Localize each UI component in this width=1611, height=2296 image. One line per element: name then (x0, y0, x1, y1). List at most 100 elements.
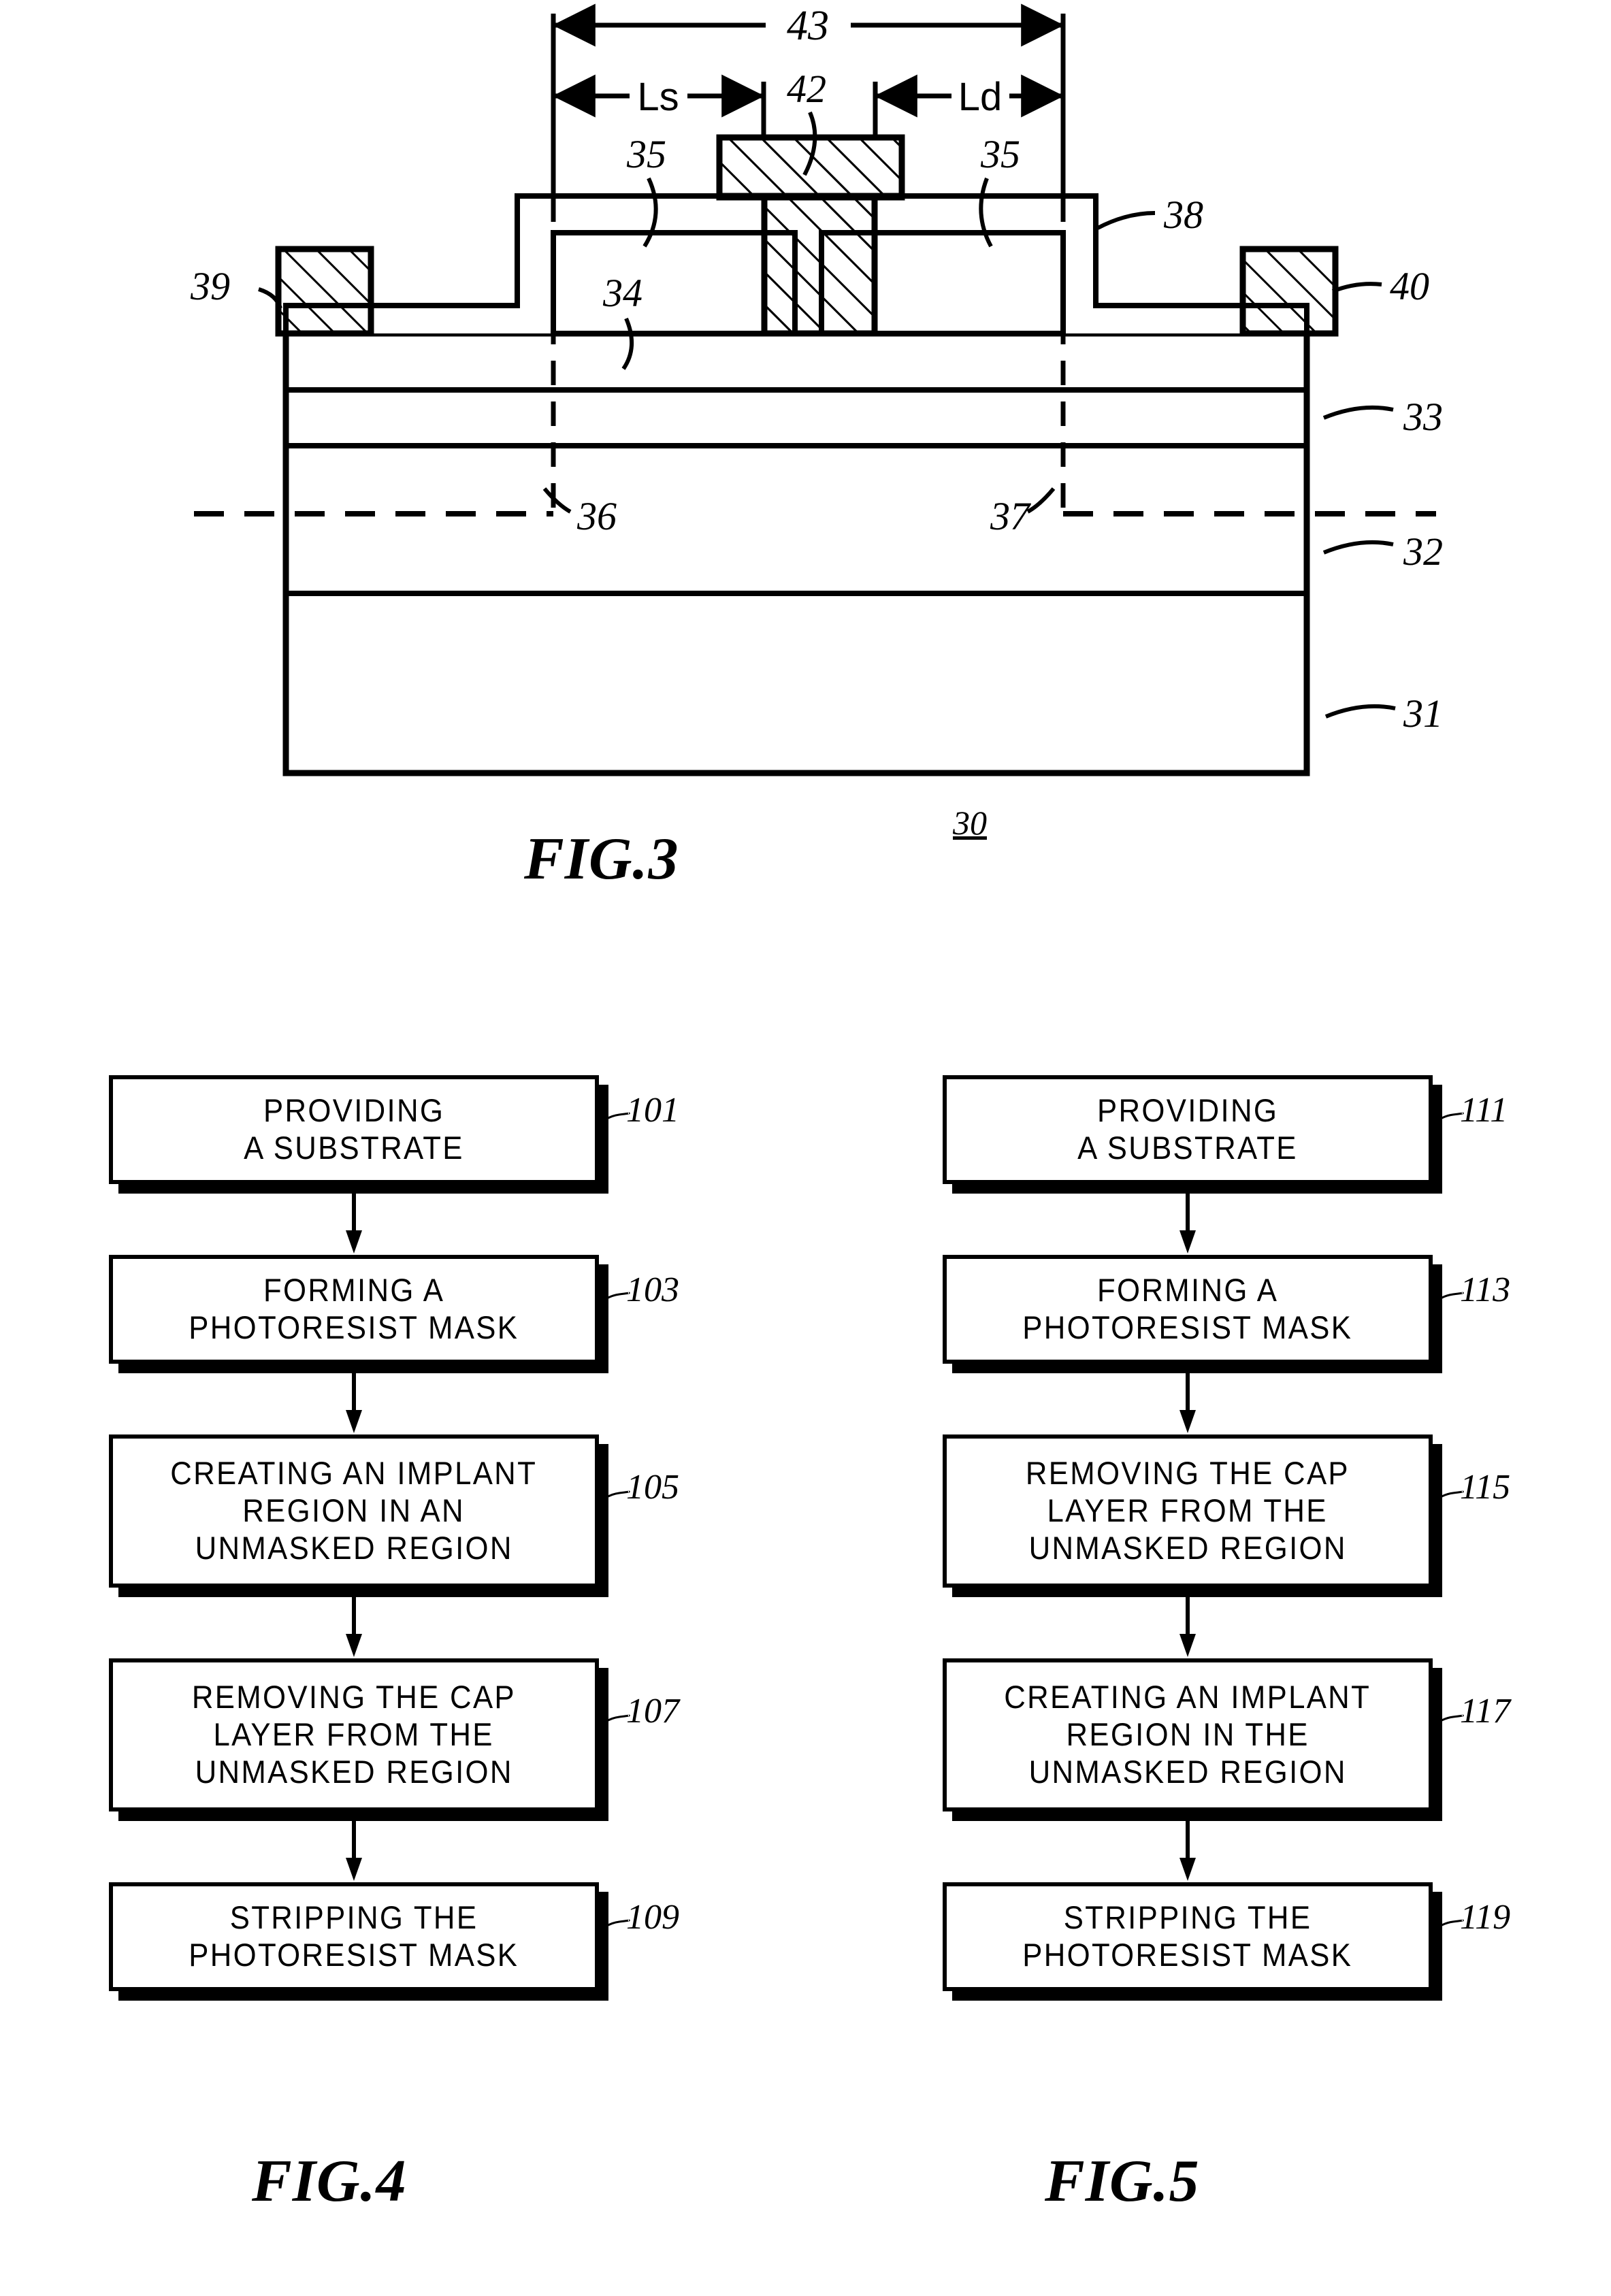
flow-connector-arrow (943, 1811, 1433, 1882)
flow-step-text: CREATING AN IMPLANT (1004, 1679, 1371, 1716)
flow-step-text: PROVIDING (263, 1092, 445, 1129)
flow-step-text: UNMASKED REGION (1028, 1529, 1347, 1566)
callout-label-38: 38 (1163, 193, 1203, 237)
callout-label-32: 32 (1403, 529, 1443, 574)
flow-box-wrapper: FORMING A PHOTORESIST MASK 113 (943, 1255, 1510, 1364)
callout-label-40: 40 (1390, 264, 1429, 308)
callout-label-39: 39 (190, 264, 230, 308)
flow-step-box[interactable]: STRIPPING THE PHOTORESIST MASK (943, 1882, 1433, 1991)
callout-label-35-right: 35 (980, 132, 1020, 176)
flow-step: FORMING A PHOTORESIST MASK 103 (109, 1255, 679, 1364)
substrate-stack (282, 330, 1310, 776)
flow-step-box[interactable]: CREATING AN IMPLANT REGION IN AN UNMASKED … (109, 1434, 599, 1588)
flow-step-box[interactable]: STRIPPING THE PHOTORESIST MASK (109, 1882, 599, 1991)
flow-step-ref: 113 (1460, 1270, 1511, 1309)
callout-32: 32 (1322, 529, 1443, 574)
flow-step-text: PHOTORESIST MASK (189, 1309, 519, 1345)
patent-drawing-sheet: 43 Ls Ld 42 35 35 38 39 40 34 36 37 33 3… (0, 0, 1611, 2296)
flow-box-wrapper: PROVIDING A SUBSTRATE 111 (943, 1075, 1508, 1184)
callout-label-42: 42 (787, 67, 826, 111)
ohmic-contact-39 (275, 246, 374, 337)
dimension-label-43: 43 (787, 3, 829, 49)
flow-step: FORMING A PHOTORESIST MASK 113 (943, 1255, 1510, 1364)
flow-step-text: PROVIDING (1096, 1092, 1279, 1129)
figure-4-caption: FIG.4 (252, 2148, 407, 2214)
figure-3-device-ref: 30 (953, 804, 987, 842)
flow-step-text: LAYER FROM THE (213, 1716, 495, 1752)
flow-step-text: CREATING AN IMPLANT (170, 1455, 538, 1492)
flow-step-box[interactable]: PROVIDING A SUBSTRATE (109, 1075, 599, 1184)
dimension-label-Ld: Ld (958, 75, 1003, 119)
flow-ref-leader-line (598, 1292, 630, 1305)
flow-step: STRIPPING THE PHOTORESIST MASK 119 (943, 1882, 1510, 1991)
flow-step-text: REGION IN AN (242, 1492, 466, 1528)
flow-step-text: LAYER FROM THE (1047, 1492, 1329, 1528)
flow-step: CREATING AN IMPLANT REGION IN AN UNMASKED … (109, 1434, 679, 1588)
flow-step-ref: 119 (1460, 1898, 1511, 1937)
flow-step-ref: 117 (1460, 1692, 1511, 1731)
ohmic-contact-40 (1239, 246, 1339, 337)
callout-label-34: 34 (602, 271, 642, 315)
flow-step-text: A SUBSTRATE (244, 1130, 464, 1166)
callout-38: 38 (1096, 193, 1203, 237)
flow-step-box[interactable]: FORMING A PHOTORESIST MASK (943, 1255, 1433, 1364)
flow-connector-arrow (943, 1364, 1433, 1434)
flow-ref-leader-line (1432, 1919, 1464, 1933)
callout-33: 33 (1322, 395, 1443, 439)
flow-connector-arrow (109, 1364, 599, 1434)
flow-step: CREATING AN IMPLANT REGION IN THE UNMASKED… (943, 1658, 1510, 1811)
flow-step: REMOVING THE CAP LAYER FROM THE UNMASKED R… (943, 1434, 1510, 1588)
flow-step-ref: 107 (626, 1692, 679, 1731)
figure-3-caption: FIG.3 (524, 826, 679, 892)
flow-box-wrapper: STRIPPING THE PHOTORESIST MASK 109 (109, 1882, 679, 1991)
flow-step-ref: 111 (1460, 1091, 1508, 1130)
flow-box-wrapper: FORMING A PHOTORESIST MASK 103 (109, 1255, 679, 1364)
flow-ref-leader-line (1432, 1292, 1464, 1305)
flow-step-text: FORMING A (1096, 1272, 1279, 1309)
flow-step: STRIPPING THE PHOTORESIST MASK 109 (109, 1882, 679, 1991)
callout-39: 39 (190, 264, 282, 310)
flow-step-text: UNMASKED REGION (195, 1529, 513, 1566)
flow-ref-leader-line (1432, 1714, 1464, 1728)
flow-step-ref: 115 (1460, 1468, 1511, 1507)
figure-5-flowchart: PROVIDING A SUBSTRATE 111 FORMING A PHOTORES… (943, 1075, 1510, 1991)
figure-4-flowchart: PROVIDING A SUBSTRATE 101 FORMING A PHOTORES… (109, 1075, 679, 1991)
flow-step-ref: 101 (626, 1091, 679, 1130)
dimension-43: 43 (552, 3, 1064, 49)
flow-ref-leader-line (598, 1490, 630, 1504)
flow-box-wrapper: CREATING AN IMPLANT REGION IN THE UNMASKED… (943, 1658, 1510, 1811)
flow-step-text: PHOTORESIST MASK (1022, 1937, 1353, 1973)
flow-step: PROVIDING A SUBSTRATE 101 (109, 1075, 679, 1184)
flow-step-text: STRIPPING THE (1063, 1899, 1312, 1936)
callout-label-35-left: 35 (626, 132, 666, 176)
flow-step-text: PHOTORESIST MASK (1022, 1309, 1353, 1345)
callout-label-36: 36 (576, 494, 617, 538)
flow-step-box[interactable]: CREATING AN IMPLANT REGION IN THE UNMASKED… (943, 1658, 1433, 1811)
flow-step: REMOVING THE CAP LAYER FROM THE UNMASKED R… (109, 1658, 679, 1811)
flow-step: PROVIDING A SUBSTRATE 111 (943, 1075, 1508, 1184)
flow-step-text: REMOVING THE CAP (1025, 1455, 1350, 1492)
flow-step-text: REMOVING THE CAP (191, 1679, 516, 1716)
flow-ref-leader-line (598, 1714, 630, 1728)
flow-connector-arrow (109, 1588, 599, 1658)
dimension-Ld: Ld (874, 74, 1064, 119)
flow-step-box[interactable]: FORMING A PHOTORESIST MASK (109, 1255, 599, 1364)
flow-box-wrapper: CREATING AN IMPLANT REGION IN AN UNMASKED … (109, 1434, 679, 1588)
flow-step-ref: 105 (626, 1468, 679, 1507)
flow-ref-leader-line (598, 1112, 630, 1126)
flow-connector-arrow (943, 1588, 1433, 1658)
dimension-label-Ls: Ls (637, 75, 679, 119)
flow-step-text: REGION IN THE (1066, 1716, 1309, 1752)
flow-step-text: UNMASKED REGION (195, 1753, 513, 1790)
callout-label-31: 31 (1403, 691, 1443, 736)
flow-step-box[interactable]: REMOVING THE CAP LAYER FROM THE UNMASKED R… (943, 1434, 1433, 1588)
flow-step-text: PHOTORESIST MASK (189, 1937, 519, 1973)
flow-step-text: UNMASKED REGION (1028, 1753, 1347, 1790)
flow-connector-arrow (109, 1184, 599, 1255)
flow-box-wrapper: STRIPPING THE PHOTORESIST MASK 119 (943, 1882, 1510, 1991)
callout-40: 40 (1331, 264, 1429, 308)
flow-step-box[interactable]: REMOVING THE CAP LAYER FROM THE UNMASKED R… (109, 1658, 599, 1811)
flow-step-box[interactable]: PROVIDING A SUBSTRATE (943, 1075, 1433, 1184)
callout-31: 31 (1324, 691, 1443, 736)
flow-ref-leader-line (1432, 1112, 1464, 1126)
